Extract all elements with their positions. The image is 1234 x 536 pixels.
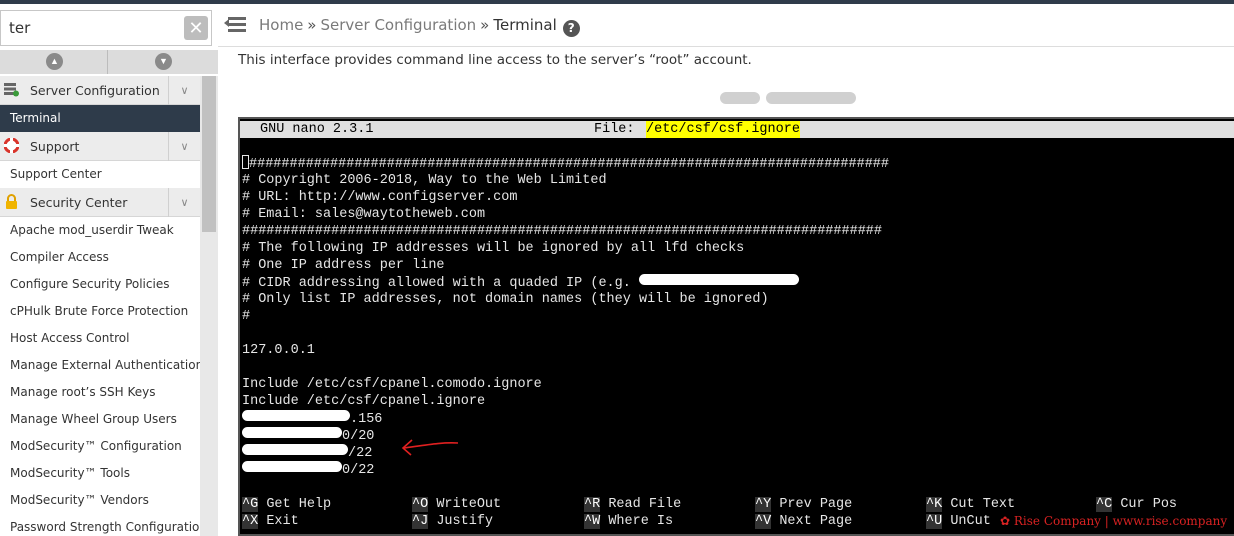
sidebar-item-manage-external-auth[interactable]: Manage External Authentications <box>0 352 200 379</box>
sidebar-item-modsecurity-configuration[interactable]: ModSecurity™ Configuration <box>0 433 200 460</box>
breadcrumb-separator: » <box>307 16 317 34</box>
nano-file-path: /etc/csf/csf.ignore <box>646 121 800 138</box>
help-icon[interactable]: ? <box>562 20 580 37</box>
terminal-line: 0/22 <box>242 461 1232 478</box>
hostname-redacted <box>720 92 860 106</box>
terminal-line: # CIDR addressing allowed with a quaded … <box>242 274 1232 291</box>
terminal-line: # <box>242 309 251 324</box>
sidebar-menu: Server Configuration ∨ Terminal Support … <box>0 76 200 536</box>
sidebar-group-label: Server Configuration <box>30 83 160 98</box>
text-cursor <box>242 155 249 169</box>
menu-collapse-icon[interactable] <box>224 14 246 34</box>
sidebar-group-label: Support <box>30 139 80 154</box>
chevron-up-icon: ▲ <box>46 53 63 70</box>
redacted-ip <box>638 274 799 285</box>
terminal-line: .156 <box>242 410 1232 427</box>
redacted-ip <box>242 444 348 455</box>
header-divider <box>218 46 1234 47</box>
terminal-line: # URL: http://www.configserver.com <box>242 190 518 205</box>
sidebar-item-modsecurity-tools[interactable]: ModSecurity™ Tools <box>0 460 200 487</box>
chevron-down-icon: ▼ <box>155 53 172 70</box>
sidebar: ✕ ▲ ▼ Server Configuration ∨ Terminal <box>0 4 218 536</box>
redacted-ip <box>242 410 350 421</box>
shortcut-where-is[interactable]: ^W Where Is <box>584 513 673 530</box>
sidebar-item-modsecurity-vendors[interactable]: ModSecurity™ Vendors <box>0 487 200 514</box>
shortcut-next-page[interactable]: ^V Next Page <box>755 513 852 530</box>
sidebar-scrollbar[interactable] <box>200 76 218 536</box>
lock-icon <box>6 194 17 209</box>
terminal-line: ########################################… <box>242 155 1232 172</box>
scroll-down-button[interactable]: ▼ <box>109 50 217 74</box>
redacted-ip <box>242 461 342 472</box>
shortcut-prev-page[interactable]: ^Y Prev Page <box>755 496 852 513</box>
sidebar-item-apache-mod-userdir-tweak[interactable]: Apache mod_userdir Tweak <box>0 217 200 244</box>
terminal-window[interactable]: GNU nano 2.3.1 File: /etc/csf/csf.ignore… <box>238 117 1234 536</box>
terminal-line: # The following IP addresses will be ign… <box>242 241 745 256</box>
search-input[interactable] <box>9 11 179 45</box>
breadcrumb-separator: » <box>480 16 490 34</box>
breadcrumb-server-configuration[interactable]: Server Configuration <box>320 16 476 34</box>
terminal-line: # Only list IP addresses, not domain nam… <box>242 292 769 307</box>
terminal-line: # One IP address per line <box>242 258 445 273</box>
sidebar-item-manage-root-ssh-keys[interactable]: Manage root’s SSH Keys <box>0 379 200 406</box>
terminal-line: ########################################… <box>242 224 883 239</box>
nano-file-label: File: <box>594 122 635 137</box>
shortcut-cut-text[interactable]: ^K Cut Text <box>926 496 1015 513</box>
sidebar-item-manage-wheel-group-users[interactable]: Manage Wheel Group Users <box>0 406 200 433</box>
chevron-down-icon[interactable]: ∨ <box>168 132 200 161</box>
redacted-ip <box>242 427 342 438</box>
terminal-line: 127.0.0.1 <box>242 343 315 358</box>
sidebar-item-terminal[interactable]: Terminal <box>0 105 200 132</box>
shortcut-justify[interactable]: ^J Justify <box>412 513 493 530</box>
shortcut-exit[interactable]: ^X Exit <box>242 513 299 530</box>
sidebar-group-label: Security Center <box>30 195 128 210</box>
watermark: ✿ Rise Company | www.rise.company <box>1000 514 1228 528</box>
shortcut-writeout[interactable]: ^O WriteOut <box>412 496 501 513</box>
terminal-line: /22 <box>242 444 1232 461</box>
chevron-down-icon[interactable]: ∨ <box>168 188 200 217</box>
chevron-down-icon[interactable]: ∨ <box>168 76 200 105</box>
shortcut-uncut[interactable]: ^U UnCut <box>926 513 991 530</box>
nano-version: GNU nano 2.3.1 <box>260 122 374 137</box>
red-arrow-annotation <box>401 439 459 456</box>
terminal-line: Include /etc/csf/cpanel.ignore <box>242 394 486 409</box>
scroll-up-button[interactable]: ▲ <box>0 50 108 74</box>
sidebar-item-compiler-access[interactable]: Compiler Access <box>0 244 200 271</box>
breadcrumb-home[interactable]: Home <box>259 16 303 34</box>
server-config-icon <box>4 83 19 97</box>
terminal-line: Include /etc/csf/cpanel.comodo.ignore <box>242 377 542 392</box>
terminal-line: # Copyright 2006-2018, Way to the Web Li… <box>242 173 607 188</box>
sidebar-item-cphulk[interactable]: cPHulk Brute Force Protection <box>0 298 200 325</box>
shortcut-get-help[interactable]: ^G Get Help <box>242 496 331 513</box>
sidebar-item-host-access-control[interactable]: Host Access Control <box>0 325 200 352</box>
sidebar-group-security-center[interactable]: Security Center ∨ <box>0 188 200 217</box>
sidebar-item-support-center[interactable]: Support Center <box>0 161 200 188</box>
scrollbar-thumb[interactable] <box>202 76 216 232</box>
shortcut-cur-pos[interactable]: ^C Cur Pos <box>1096 496 1177 513</box>
sidebar-group-server-configuration[interactable]: Server Configuration ∨ <box>0 76 200 105</box>
terminal-line: 0/20 <box>242 427 1232 444</box>
search-box: ✕ <box>0 10 212 46</box>
lifebuoy-icon <box>4 138 19 153</box>
terminal-line: # Email: sales@waytotheweb.com <box>242 207 486 222</box>
nano-title-bar: GNU nano 2.3.1 File: /etc/csf/csf.ignore <box>240 121 1234 138</box>
sidebar-group-support[interactable]: Support ∨ <box>0 132 200 161</box>
shortcut-read-file[interactable]: ^R Read File <box>584 496 681 513</box>
clear-icon[interactable]: ✕ <box>184 16 208 40</box>
terminal-content: ########################################… <box>242 155 1232 478</box>
sidebar-item-password-strength[interactable]: Password Strength Configuration <box>0 514 200 536</box>
breadcrumb-current: Terminal <box>493 16 557 34</box>
breadcrumb: Home» Server Configuration» Terminal? <box>259 16 580 37</box>
page-description: This interface provides command line acc… <box>238 52 752 68</box>
sidebar-item-configure-security-policies[interactable]: Configure Security Policies <box>0 271 200 298</box>
sidebar-scroll-controls: ▲ ▼ <box>0 50 218 74</box>
